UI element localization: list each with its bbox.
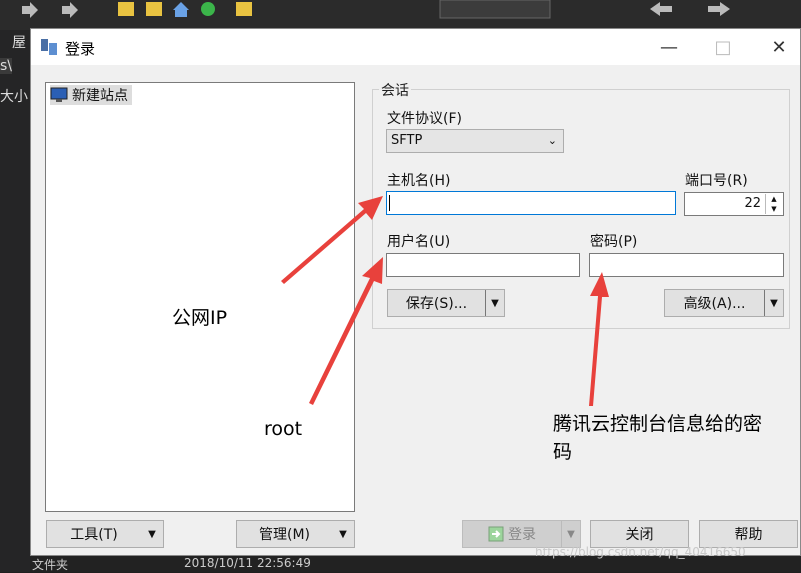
annotation-root: root: [264, 418, 303, 440]
annotation-password-line2: 码: [553, 441, 573, 463]
arrow-to-host: [281, 196, 383, 284]
annotation-arrows: [281, 196, 609, 406]
arrow-to-password: [589, 272, 609, 406]
annotation-public-ip: 公网IP: [172, 307, 228, 329]
watermark: https://blog.csdn.net/qq_40416650: [535, 545, 746, 559]
annotation-password-line1: 腾讯云控制台信息给的密: [553, 413, 763, 435]
arrow-to-user: [309, 257, 383, 405]
